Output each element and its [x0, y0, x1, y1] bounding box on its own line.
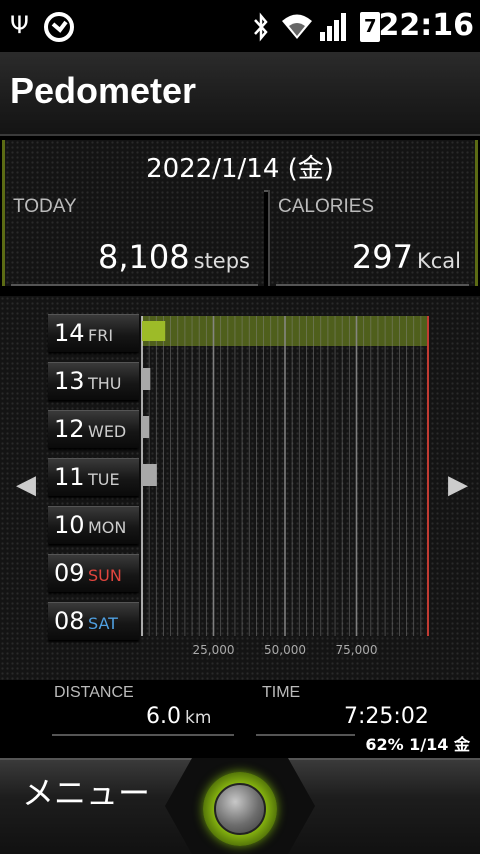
day-number: 08 — [54, 607, 85, 635]
day-label-12[interactable]: 12 WED — [48, 410, 139, 448]
menu-button[interactable]: メニュー — [22, 768, 150, 814]
day-of-week: SAT — [88, 614, 118, 633]
day-of-week: WED — [88, 422, 127, 441]
day-label-10[interactable]: 10 MON — [48, 506, 139, 544]
day-number: 09 — [54, 559, 85, 587]
day-label-11[interactable]: 11 TUE — [48, 458, 139, 496]
day-number: 13 — [54, 367, 85, 395]
distance-number: 6.0 — [146, 704, 181, 729]
distance-unit: km — [185, 708, 212, 728]
day-number: 12 — [54, 415, 85, 443]
x-tick-label: 75,000 — [336, 643, 378, 657]
distance-label: DISTANCE — [54, 684, 134, 701]
day-label-14[interactable]: 14 FRI — [48, 314, 139, 352]
bar-13 — [142, 368, 151, 390]
time-value: 7:25:02 — [344, 704, 429, 729]
bar-14 — [142, 321, 166, 341]
day-of-week: FRI — [88, 326, 114, 345]
day-of-week: THU — [88, 374, 122, 393]
divider — [52, 734, 234, 736]
next-week-icon[interactable]: ▶ — [448, 470, 468, 500]
x-tick-label: 50,000 — [264, 643, 306, 657]
day-of-week: SUN — [88, 566, 122, 585]
time-label: TIME — [262, 684, 301, 701]
x-tick-label: 25,000 — [193, 643, 235, 657]
day-number: 10 — [54, 511, 85, 539]
bar-12 — [142, 416, 150, 438]
day-of-week: MON — [88, 518, 127, 537]
day-number: 11 — [54, 463, 85, 491]
prev-week-icon[interactable]: ◀ — [16, 470, 36, 500]
day-label-08[interactable]: 08 SAT — [48, 602, 139, 640]
day-label-13[interactable]: 13 THU — [48, 362, 139, 400]
distance-value: 6.0 km — [146, 704, 211, 729]
battery-date-badge: 62% 1/14 金 — [355, 732, 480, 758]
home-knob-button[interactable] — [214, 783, 266, 835]
bar-11 — [142, 464, 157, 486]
day-of-week: TUE — [88, 470, 120, 489]
day-number: 14 — [54, 319, 85, 347]
day-label-09[interactable]: 09 SUN — [48, 554, 139, 592]
